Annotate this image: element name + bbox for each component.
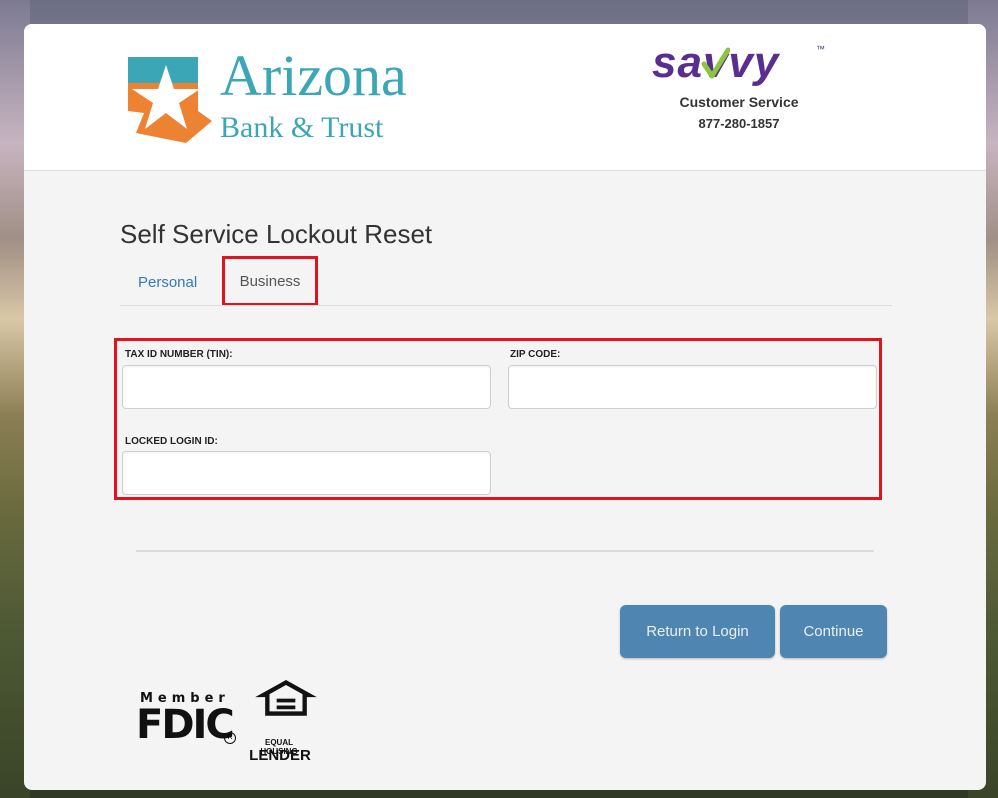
fdic-text: FDIC (136, 702, 235, 748)
locked-login-input[interactable] (122, 451, 491, 495)
form-divider (136, 550, 874, 552)
continue-button[interactable]: Continue (780, 605, 887, 658)
arizona-star-emblem-icon (128, 57, 212, 143)
brand-name-line1: Arizona (220, 43, 407, 108)
return-to-login-button[interactable]: Return to Login (620, 605, 775, 658)
savvy-checkmark-icon (701, 47, 730, 79)
customer-service-label: Customer Service (679, 94, 799, 110)
zip-label: ZIP CODE: (510, 349, 561, 360)
tab-personal[interactable]: Personal (138, 274, 197, 291)
tab-divider (120, 305, 892, 306)
header: Arizona Bank & Trust savvy ™ Customer Se… (24, 24, 986, 171)
brand-name-line2: Bank & Trust (220, 111, 384, 144)
customer-service-phone: 877-280-1857 (698, 116, 780, 131)
locked-login-label: LOCKED LOGIN ID: (125, 436, 218, 447)
zip-input[interactable] (508, 365, 877, 409)
business-form-highlight: TAX ID NUMBER (TIN): ZIP CODE: LOCKED LO… (114, 338, 882, 500)
tin-label: TAX ID NUMBER (TIN): (125, 349, 233, 360)
fdic-badge: Member FDIC R (136, 688, 236, 748)
tab-business[interactable]: Business (222, 256, 318, 306)
lockout-card: Arizona Bank & Trust savvy ™ Customer Se… (24, 24, 986, 790)
equal-housing-icon (255, 680, 317, 716)
registered-icon: R (224, 732, 236, 744)
lender-text: LENDER (249, 747, 311, 764)
page-title: Self Service Lockout Reset (120, 219, 433, 249)
tab-business-label: Business (239, 272, 301, 290)
tin-input[interactable] (122, 365, 491, 409)
savvy-trademark: ™ (816, 44, 825, 54)
